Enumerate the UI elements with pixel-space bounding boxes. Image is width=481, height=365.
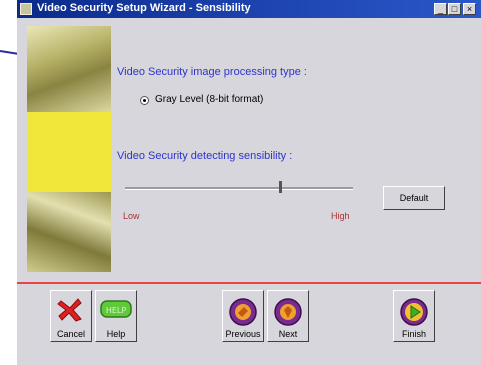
help-label: Help: [106, 329, 126, 339]
wizard-window: Video Security Setup Wizard - Sensibilit…: [17, 0, 481, 365]
title-bar: Video Security Setup Wizard - Sensibilit…: [17, 0, 481, 18]
wizard-photo-bottom: [27, 192, 111, 272]
footer-divider: [17, 282, 481, 284]
gray-level-option-label: Gray Level (8-bit format): [155, 94, 264, 105]
finish-label: Finish: [401, 329, 426, 339]
default-button[interactable]: Default: [383, 186, 445, 210]
window-title: Video Security Setup Wizard - Sensibilit…: [37, 2, 251, 14]
close-button[interactable]: ×: [463, 3, 476, 15]
wizard-photo-top: [27, 26, 111, 112]
minimize-button[interactable]: _: [434, 3, 447, 15]
green-arrow-orb-icon: [400, 298, 428, 326]
gray-level-radio-dot: [143, 99, 146, 102]
help-icon-text: HELP: [106, 306, 127, 315]
processing-type-label: Video Security image processing type :: [117, 66, 307, 78]
slider-low-label: Low: [123, 211, 140, 221]
sensitivity-slider-thumb[interactable]: [279, 181, 283, 193]
wizard-side-image: [27, 26, 111, 272]
maximize-button[interactable]: □: [448, 3, 461, 15]
red-x-icon: [57, 298, 82, 322]
finish-button[interactable]: Finish: [393, 290, 435, 342]
purple-orb-icon: [229, 298, 257, 326]
cancel-button[interactable]: Cancel: [50, 290, 92, 342]
slider-high-label: High: [331, 211, 350, 221]
help-button[interactable]: HELP Help: [95, 290, 137, 342]
previous-button[interactable]: Previous: [222, 290, 264, 342]
wizard-yellow-panel: [27, 112, 111, 192]
next-button[interactable]: Next: [267, 290, 309, 342]
sensitivity-label: Video Security detecting sensibility :: [117, 150, 293, 162]
next-label: Next: [278, 329, 298, 339]
previous-label: Previous: [225, 329, 261, 339]
cancel-label: Cancel: [56, 329, 85, 339]
app-icon: [20, 3, 32, 15]
sensitivity-slider-track[interactable]: [125, 187, 353, 190]
purple-orb-icon: [274, 298, 302, 326]
green-help-icon: HELP: [100, 300, 132, 318]
